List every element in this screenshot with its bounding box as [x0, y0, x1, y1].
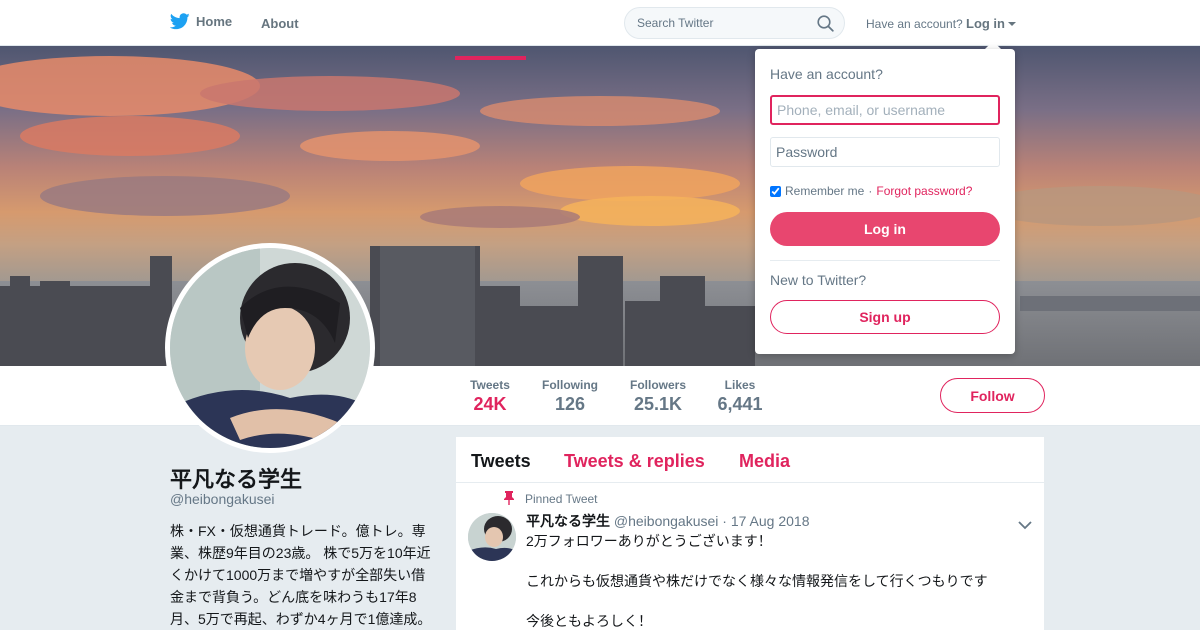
- search-input[interactable]: [637, 16, 807, 30]
- username-field[interactable]: [770, 95, 1000, 125]
- tweet-author-avatar[interactable]: [468, 513, 516, 561]
- stat-tweets[interactable]: Tweets 24K: [462, 378, 518, 415]
- caret-down-icon: [1008, 21, 1016, 26]
- remember-row: Remember me · Forgot password?: [770, 184, 972, 198]
- remember-me-checkbox[interactable]: [770, 185, 781, 197]
- profile-avatar[interactable]: [165, 243, 375, 453]
- stat-following[interactable]: Following 126: [535, 378, 605, 415]
- tweet-line: 2万フォロワーありがとうございます！: [526, 533, 772, 549]
- login-dropdown-heading: Have an account?: [770, 66, 883, 82]
- tweet-line: 今後ともよろしく！: [526, 613, 652, 629]
- login-menu-toggle[interactable]: Log in: [966, 16, 1016, 31]
- stat-followers[interactable]: Followers 25.1K: [623, 378, 693, 415]
- tweet-line: これからも仮想通貨や株だけでなく様々な情報発信をして行くつもりです: [526, 573, 988, 589]
- search-icon[interactable]: [817, 15, 834, 37]
- remember-me-label[interactable]: Remember me: [785, 184, 864, 198]
- stat-value: 24K: [473, 394, 507, 414]
- have-account-text: Have an account?: [866, 17, 963, 31]
- profile-name[interactable]: 平凡なる学生: [170, 462, 302, 494]
- stat-label: Likes: [724, 378, 756, 392]
- stat-value: 126: [554, 394, 586, 414]
- stat-label: Tweets: [470, 378, 510, 392]
- tweet-header: 平凡なる学生 @heibongakusei · 17 Aug 2018: [526, 511, 809, 531]
- nav-home-label: Home: [196, 14, 233, 29]
- stat-likes[interactable]: Likes 6,441: [710, 378, 770, 415]
- twitter-bird-icon: [170, 13, 190, 30]
- pinned-tweet-label: Pinned Tweet: [525, 492, 598, 506]
- stat-value: 25.1K: [633, 394, 683, 414]
- tweet-text: 2万フォロワーありがとうございます！ これからも仮想通貨や株だけでなく様々な情報…: [526, 531, 1026, 630]
- login-button[interactable]: Log in: [770, 212, 1000, 246]
- new-to-twitter-text: New to Twitter?: [770, 272, 867, 288]
- login-dropdown: Have an account? Remember me · Forgot pa…: [755, 49, 1015, 354]
- active-tab-indicator: [455, 56, 526, 60]
- login-menu-label: Log in: [966, 16, 1005, 31]
- profile-bio: 株・FX・仮想通貨トレード。億トレ。専業、株歴9年目の23歳。 株で5万を10年…: [170, 523, 432, 627]
- password-field[interactable]: [770, 137, 1000, 167]
- pin-icon: [504, 491, 514, 510]
- follow-button[interactable]: Follow: [940, 378, 1045, 413]
- profile-handle[interactable]: @heibongakusei: [170, 491, 275, 507]
- stat-label: Following: [542, 378, 598, 392]
- stat-label: Followers: [629, 378, 686, 392]
- divider: [770, 260, 1000, 261]
- separator-dot: ·: [868, 184, 873, 198]
- tab-tweets[interactable]: Tweets: [471, 451, 531, 472]
- stat-value: 6,441: [717, 394, 763, 414]
- tab-media[interactable]: Media: [739, 451, 790, 472]
- dropdown-arrow: [985, 41, 1001, 49]
- nav-about-link[interactable]: About: [261, 16, 299, 31]
- tweet-author-handle[interactable]: @heibongakusei: [614, 513, 719, 529]
- forgot-password-link[interactable]: Forgot password?: [876, 184, 972, 198]
- timeline-tabs: Tweets Tweets & replies Media: [456, 437, 1044, 483]
- nav-home-link[interactable]: Home: [170, 13, 232, 30]
- tweet-date[interactable]: · 17 Aug 2018: [722, 513, 809, 529]
- top-navigation: Home About Have an account? Log in: [0, 0, 1200, 46]
- tab-tweets-and-replies[interactable]: Tweets & replies: [564, 451, 705, 472]
- tweet-author-name[interactable]: 平凡なる学生: [526, 513, 610, 529]
- signup-button[interactable]: Sign up: [770, 300, 1000, 334]
- timeline: Tweets Tweets & replies Media Pinned Twe…: [456, 437, 1044, 630]
- search-box[interactable]: [624, 7, 845, 39]
